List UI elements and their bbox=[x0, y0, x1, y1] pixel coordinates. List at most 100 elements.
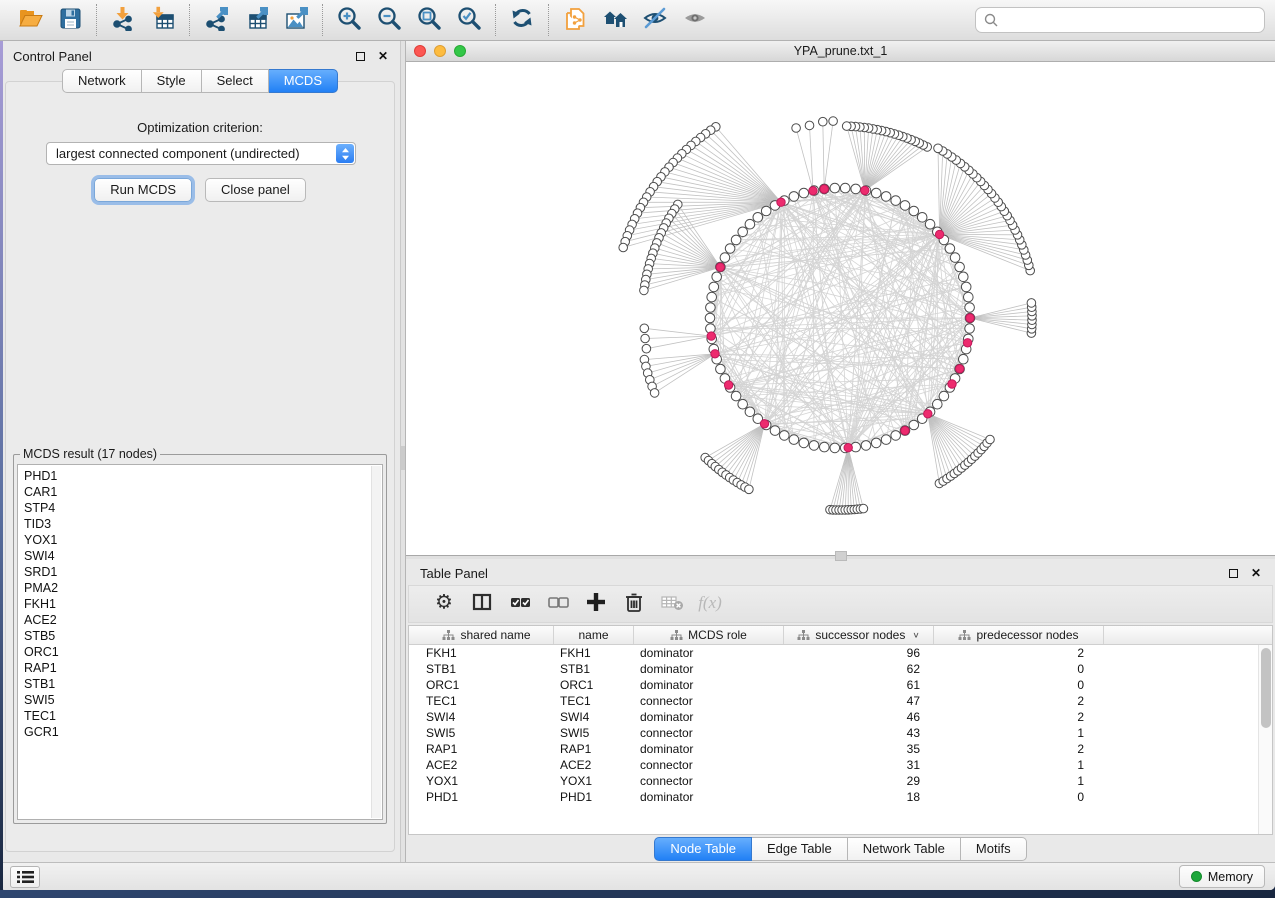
deselect-all-checkboxes-button[interactable] bbox=[539, 586, 577, 622]
delete-table-button bbox=[653, 586, 691, 622]
criterion-dropdown[interactable]: largest connected component (undirected) bbox=[46, 142, 356, 165]
mcds-result-item[interactable]: SWI4 bbox=[24, 548, 368, 564]
mcds-result-item[interactable]: TEC1 bbox=[24, 708, 368, 724]
table-cell: FKH1 bbox=[554, 646, 634, 660]
import-table-button[interactable] bbox=[143, 2, 183, 38]
tab-style[interactable]: Style bbox=[142, 69, 202, 93]
table-cell: FKH1 bbox=[420, 646, 554, 660]
delete-row-button[interactable] bbox=[615, 586, 653, 622]
zoom-in-icon bbox=[336, 5, 362, 36]
tab-mcds[interactable]: MCDS bbox=[269, 69, 338, 93]
mcds-result-item[interactable]: SRD1 bbox=[24, 564, 368, 580]
column-header-predecessor-nodes[interactable]: predecessor nodes bbox=[934, 626, 1104, 644]
table-tab-edge-table[interactable]: Edge Table bbox=[752, 837, 848, 861]
mcds-result-list[interactable]: PHD1CAR1STP4TID3YOX1SWI4SRD1PMA2FKH1ACE2… bbox=[17, 464, 383, 820]
add-row-button[interactable] bbox=[577, 586, 615, 622]
mcds-result-item[interactable]: YOX1 bbox=[24, 532, 368, 548]
close-panel-icon[interactable]: ✕ bbox=[378, 50, 388, 62]
table-cell: dominator bbox=[634, 790, 784, 804]
new-network-from-selection-button[interactable] bbox=[555, 2, 595, 38]
mcds-result-item[interactable]: CAR1 bbox=[24, 484, 368, 500]
table-scrollbar-track[interactable] bbox=[1258, 645, 1272, 834]
delete-row-icon bbox=[621, 589, 647, 620]
table-row[interactable]: ORC1ORC1dominator610 bbox=[420, 677, 1258, 693]
search-box[interactable] bbox=[975, 7, 1265, 33]
main-toolbar bbox=[0, 0, 1275, 41]
table-row[interactable]: SWI4SWI4dominator462 bbox=[420, 709, 1258, 725]
table-panel: Table Panel ✕ ⚙f(x) shared namenameMCDS … bbox=[406, 559, 1275, 862]
run-mcds-button[interactable]: Run MCDS bbox=[94, 178, 192, 202]
select-all-checkboxes-button[interactable] bbox=[501, 586, 539, 622]
import-network-button[interactable] bbox=[103, 2, 143, 38]
show-all-button[interactable] bbox=[675, 2, 715, 38]
show-all-icon bbox=[682, 5, 708, 36]
table-row[interactable]: STB1STB1dominator620 bbox=[420, 661, 1258, 677]
table-row[interactable]: TEC1TEC1connector472 bbox=[420, 693, 1258, 709]
zoom-selected-button[interactable] bbox=[449, 2, 489, 38]
zoom-fit-button[interactable] bbox=[409, 2, 449, 38]
shared-column-icon bbox=[442, 630, 455, 641]
column-layout-button[interactable] bbox=[463, 586, 501, 622]
open-file-button[interactable] bbox=[10, 2, 50, 38]
network-graph[interactable] bbox=[406, 62, 1273, 554]
zoom-in-button[interactable] bbox=[329, 2, 369, 38]
mcds-result-item[interactable]: SWI5 bbox=[24, 692, 368, 708]
table-row[interactable]: PHD1PHD1dominator180 bbox=[420, 789, 1258, 805]
export-network-button[interactable] bbox=[196, 2, 236, 38]
table-row[interactable]: FKH1FKH1dominator962 bbox=[420, 645, 1258, 661]
save-session-button[interactable] bbox=[50, 2, 90, 38]
list-scrollbar-track[interactable] bbox=[371, 466, 381, 818]
table-row[interactable]: RAP1RAP1dominator352 bbox=[420, 741, 1258, 757]
column-header-successor-nodes[interactable]: successor nodes∨ bbox=[784, 626, 934, 644]
tab-select[interactable]: Select bbox=[202, 69, 269, 93]
table-tab-node-table[interactable]: Node Table bbox=[654, 837, 752, 861]
first-neighbors-button[interactable] bbox=[595, 2, 635, 38]
svg-text:f(x): f(x) bbox=[698, 593, 722, 612]
table-row[interactable]: ACE2ACE2connector311 bbox=[420, 757, 1258, 773]
zoom-out-button[interactable] bbox=[369, 2, 409, 38]
network-canvas[interactable] bbox=[406, 62, 1275, 555]
memory-button[interactable]: Memory bbox=[1179, 865, 1265, 888]
export-image-button[interactable] bbox=[276, 2, 316, 38]
float-panel-icon[interactable] bbox=[1229, 569, 1238, 578]
table-tab-motifs[interactable]: Motifs bbox=[961, 837, 1027, 861]
tab-network[interactable]: Network bbox=[62, 69, 142, 93]
zoom-fit-icon bbox=[416, 5, 442, 36]
close-panel-button[interactable]: Close panel bbox=[205, 178, 306, 202]
horizontal-splitter[interactable] bbox=[406, 556, 1275, 559]
mcds-result-item[interactable]: ACE2 bbox=[24, 612, 368, 628]
criterion-value: largest connected component (undirected) bbox=[56, 146, 300, 161]
hide-selected-button[interactable] bbox=[635, 2, 675, 38]
task-history-button[interactable] bbox=[10, 866, 40, 888]
mcds-result-item[interactable]: GCR1 bbox=[24, 724, 368, 740]
table-tab-network-table[interactable]: Network Table bbox=[848, 837, 961, 861]
float-panel-icon[interactable] bbox=[356, 52, 365, 61]
mcds-result-item[interactable]: FKH1 bbox=[24, 596, 368, 612]
column-header-mcds-role[interactable]: MCDS role bbox=[634, 626, 784, 644]
export-table-button[interactable] bbox=[236, 2, 276, 38]
table-cell: SWI5 bbox=[554, 726, 634, 740]
function-builder-button: f(x) bbox=[691, 586, 729, 622]
settings-gear-button[interactable]: ⚙ bbox=[425, 586, 463, 622]
search-input[interactable] bbox=[1004, 13, 1256, 28]
table-scrollbar-thumb[interactable] bbox=[1261, 648, 1271, 728]
mcds-result-item[interactable]: STB1 bbox=[24, 676, 368, 692]
splitter-grip[interactable] bbox=[835, 551, 847, 561]
mcds-result-item[interactable]: STB5 bbox=[24, 628, 368, 644]
splitter-grip[interactable] bbox=[401, 446, 405, 470]
table-row[interactable]: YOX1YOX1connector291 bbox=[420, 773, 1258, 789]
search-icon bbox=[984, 13, 998, 27]
column-header-name[interactable]: name bbox=[554, 626, 634, 644]
mcds-result-title: MCDS result (17 nodes) bbox=[20, 447, 160, 461]
mcds-result-item[interactable]: PHD1 bbox=[24, 468, 368, 484]
column-header-shared-name[interactable]: shared name bbox=[420, 626, 554, 644]
table-row[interactable]: SWI5SWI5connector431 bbox=[420, 725, 1258, 741]
mcds-result-item[interactable]: ORC1 bbox=[24, 644, 368, 660]
close-panel-icon[interactable]: ✕ bbox=[1251, 567, 1261, 579]
mcds-result-item[interactable]: RAP1 bbox=[24, 660, 368, 676]
mcds-result-item[interactable]: TID3 bbox=[24, 516, 368, 532]
mcds-result-item[interactable]: STP4 bbox=[24, 500, 368, 516]
mcds-result-item[interactable]: PMA2 bbox=[24, 580, 368, 596]
sort-indicator-icon: ∨ bbox=[912, 631, 919, 640]
refresh-view-button[interactable] bbox=[502, 2, 542, 38]
